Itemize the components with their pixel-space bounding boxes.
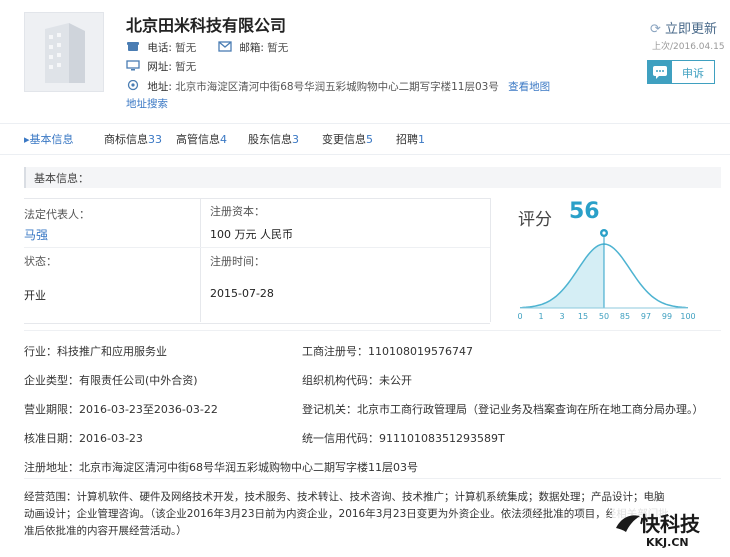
section-title: 基本信息：: [34, 172, 89, 185]
axis-tick-label: 50: [599, 312, 609, 321]
axis-tick-label: 99: [662, 312, 672, 321]
score-value: 56: [569, 199, 600, 224]
credit-row: 统一信用代码：91110108351293589T: [302, 432, 505, 445]
axis-tick-label: 1: [538, 312, 543, 321]
scope-line-3: 准后依批准的内容开展经营活动。）: [24, 525, 187, 537]
distribution-fill: [520, 244, 604, 308]
email-row: 邮箱: 暂无: [218, 40, 288, 55]
reg-no-row: 工商注册号：110108019576747: [302, 345, 473, 358]
website-row: 网址: 暂无: [126, 59, 196, 74]
view-map-link[interactable]: 查看地图: [508, 81, 550, 93]
chat-icon: [648, 61, 672, 83]
monitor-icon: [126, 60, 140, 71]
reg-time-value: 2015-07-28: [210, 287, 274, 300]
tab-basic-info[interactable]: ▸基本信息: [24, 131, 74, 147]
address-label: 地址:: [147, 81, 172, 93]
phone-label: 电话:: [147, 42, 172, 54]
score-distribution-chart: 0 1 3 15 50 85 97 99 100: [517, 229, 696, 321]
scope-line-2: 动画设计；企业管理咨询。（该企业2016年3月23日前为内资企业，2016年3月…: [24, 508, 669, 520]
address-search-link[interactable]: 地址搜索: [126, 96, 168, 111]
approval-row: 核准日期：2016-03-23: [24, 432, 143, 445]
company-name: 北京田米科技有限公司: [126, 16, 287, 35]
update-label: 立即更新: [665, 22, 718, 37]
scope-line-1: 经营范围：计算机软件、硬件及网络技术开发，技术服务、技术转让、技术咨询、技术推广…: [24, 491, 665, 503]
email-label: 邮箱:: [239, 42, 264, 54]
score-marker-dot-inner: [602, 231, 606, 235]
legal-rep-label: 法定代表人：: [24, 208, 90, 221]
authority-row: 登记机关：北京市工商行政管理局（登记业务及档案查询在所在地工商分局办理。）: [302, 403, 704, 416]
mail-icon: [218, 41, 232, 52]
complain-label: 申诉: [682, 67, 704, 80]
building-icon: [45, 23, 85, 83]
tab-recruitment[interactable]: 招聘1: [396, 131, 425, 147]
summary-right-divider: [490, 198, 491, 322]
term-row: 营业期限：2016-03-23至2036-03-22: [24, 403, 218, 416]
complain-button[interactable]: 申诉: [647, 60, 715, 84]
update-button[interactable]: ⟳ 立即更新: [650, 18, 717, 37]
axis-tick-label: 15: [578, 312, 588, 321]
axis-tick-label: 85: [620, 312, 630, 321]
website-label: 网址:: [147, 61, 172, 73]
tab-executives[interactable]: 高管信息4: [176, 131, 227, 147]
website-value: 暂无: [175, 61, 197, 73]
org-code-row: 组织机构代码：未公开: [302, 374, 412, 387]
address-row: 地址: 北京市海淀区清河中街68号华润五彩城购物中心二期写字楼11层03号 查看…: [126, 79, 550, 94]
status-label: 状态：: [24, 255, 57, 268]
last-update-date: 上次/2016.04.15: [652, 42, 725, 52]
capital-value: 100 万元 人民币: [210, 228, 293, 241]
tab-bar: ▸基本信息 商标信息33 高管信息4 股东信息3 变更信息5 招聘1: [0, 123, 730, 155]
details-divider-bottom: [24, 478, 721, 479]
axis-tick-label: 100: [680, 312, 695, 321]
tab-shareholders[interactable]: 股东信息3: [248, 131, 299, 147]
axis-tick-label: 3: [559, 312, 564, 321]
watermark-url: KKJ.CN: [646, 536, 689, 549]
axis-tick-label: 0: [517, 312, 522, 321]
details-divider-top: [24, 330, 721, 331]
legal-rep-link[interactable]: 马强: [24, 226, 48, 243]
bird-logo-icon: [616, 515, 640, 532]
email-value: 暂无: [267, 42, 289, 54]
type-row: 企业类型：有限责任公司(中外合资): [24, 374, 198, 387]
reg-addr-row: 注册地址：北京市海淀区清河中街68号华润五彩城购物中心二期写字楼11层03号: [24, 461, 418, 474]
reg-time-label: 注册时间：: [210, 255, 265, 268]
refresh-icon: ⟳: [650, 22, 661, 37]
summary-row-divider: [24, 247, 490, 248]
address-value: 北京市海淀区清河中街68号华润五彩城购物中心二期写字楼11层03号: [175, 81, 499, 93]
status-value: 开业: [24, 289, 46, 302]
company-logo: [24, 12, 104, 92]
tab-trademark[interactable]: 商标信息33: [104, 131, 162, 147]
tab-changes[interactable]: 变更信息5: [322, 131, 373, 147]
capital-label: 注册资本：: [210, 205, 265, 218]
axis-tick-label: 97: [641, 312, 651, 321]
location-pin-icon: [127, 80, 139, 91]
phone-value: 暂无: [175, 42, 197, 54]
industry-row: 行业：科技推广和应用服务业: [24, 345, 167, 358]
section-header: 基本信息：: [24, 167, 721, 188]
watermark-text: 快科技: [640, 512, 700, 536]
phone-icon: [127, 42, 139, 51]
summary-col-divider: [200, 198, 201, 322]
phone-row: 电话: 暂无: [126, 40, 196, 55]
